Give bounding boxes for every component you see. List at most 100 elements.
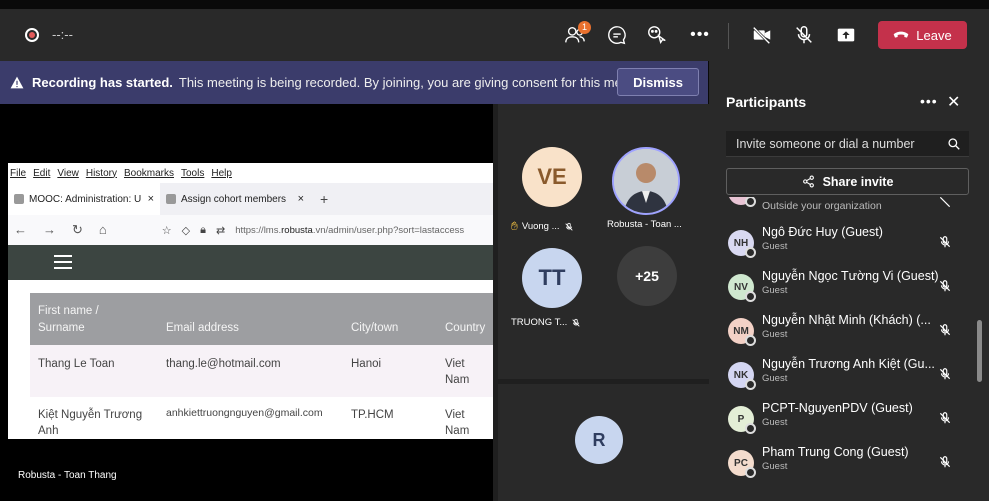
browser-urlbar: ← → ↻ ⌂ ☆ ◇ 🔒︎ ⇄ https://lms.robusta.vn/… [8,215,493,245]
avatar-ve[interactable]: VE [522,147,582,207]
outside-org-label: Outside your organization [762,200,882,212]
avatar: NK [728,362,756,390]
outside-org-header: Outside your organization [709,197,977,215]
header-country: Country [445,322,486,334]
menu-edit: Edit [33,167,51,179]
share-invite-button[interactable]: Share invite [726,168,969,195]
tile-name-robusta: Robusta - Toan ... [607,219,682,230]
list-item[interactable]: NK Nguyễn Trương Anh Kiệt (Gu... Guest [709,355,977,399]
header-first-name: First name / [38,305,99,317]
table-header: First name / Surname Email address City/… [30,293,493,345]
close-tab-icon: × [147,193,154,205]
chat-icon[interactable] [605,23,629,47]
status-icon [745,335,756,346]
avatar [728,197,756,207]
invite-input[interactable] [726,131,969,157]
list-item[interactable]: NM Nguyễn Nhật Minh (Khách) (... Guest [709,311,977,355]
toolbar-divider [728,23,729,49]
more-actions-icon[interactable]: ••• [688,23,712,47]
mic-off-icon [564,222,573,231]
list-item[interactable]: NH Ngô Đức Huy (Guest) Guest [709,223,977,267]
avatar-tt[interactable]: TT [522,248,582,308]
table-row: Kiệt Nguyễn Trương Anh anhkiettruongnguy… [30,397,493,439]
avatar-photo-robusta[interactable] [612,147,680,215]
recording-indicator-icon [25,28,39,42]
panel-more-icon[interactable]: ••• [920,93,938,109]
users-table: First name / Surname Email address City/… [30,293,493,439]
hamburger-menu-icon [54,255,72,269]
shared-screen-stage: File Edit View History Bookmarks Tools H… [0,104,493,501]
avatar: PC [728,450,756,478]
phone-hangup-icon [893,31,909,38]
tab-label: MOOC: Administration: Users: Ac [29,193,141,205]
panel-scrollbar[interactable] [977,320,982,382]
leave-label: Leave [916,27,952,43]
forward-arrow-icon: → [43,222,56,237]
favicon-icon [14,194,24,204]
browser-tab-assign: Assign cohort members × [160,183,310,215]
mic-off-icon [939,280,951,292]
leave-button[interactable]: Leave [878,21,967,49]
avatar: NV [728,274,756,302]
mic-off-icon [939,412,951,424]
permissions-icon: ⇄ [215,224,226,237]
presenter-name: Robusta - Toan Thang [18,470,117,481]
mic-off-icon [939,456,951,468]
list-item[interactable]: NV Nguyễn Ngọc Tường Vi (Guest) Guest [709,267,977,311]
avatar: NM [728,318,756,346]
mic-off-icon[interactable] [792,23,816,47]
participants-list: Outside your organization NH Ngô Đức Huy… [709,197,977,501]
status-icon [745,467,756,478]
meeting-toolbar: --:-- 1 ••• Leave [0,9,989,61]
status-icon [745,197,756,207]
list-item[interactable]: P PCPT-NguyenPDV (Guest) Guest [709,399,977,443]
avatar-r[interactable]: R [575,416,623,464]
favicon-icon [166,194,176,204]
list-item[interactable]: PC Pham Trung Cong (Guest) Guest [709,443,977,487]
status-icon [745,291,756,302]
video-gallery: VE ✋︎ Vuong ... Robusta - Toan ... TT TR… [493,104,709,501]
more-participants-button[interactable]: +25 [617,246,677,306]
menu-view: View [57,167,79,179]
search-icon [948,138,960,150]
home-icon: ⌂ [98,222,107,237]
lock-icon: 🔒︎ [200,223,206,236]
meeting-timer: --:-- [52,27,73,42]
person-photo-icon [614,149,678,213]
mic-off-icon [939,197,951,208]
mic-off-icon [939,236,951,248]
panel-title: Participants [726,94,807,110]
tile-name-truong: TRUONG T... [511,317,581,328]
mic-off-icon [939,324,951,336]
reload-icon: ↻ [72,222,83,237]
header-city: City/town [351,322,399,334]
banner-title: Recording has started. [32,75,173,90]
dismiss-button[interactable]: Dismiss [617,68,699,96]
close-tab-icon: × [297,193,304,205]
tile-name-vuong: ✋︎ Vuong ... [511,219,574,234]
recording-banner: Recording has started. This meeting is b… [0,61,708,104]
participants-badge: 1 [578,21,591,34]
tab-label: Assign cohort members [181,193,287,205]
browser-menubar: File Edit View History Bookmarks Tools H… [8,163,493,183]
browser-tabbar: MOOC: Administration: Users: Ac × Assign… [8,183,493,215]
gallery-grid [498,104,709,379]
share-icon [802,175,814,188]
reactions-icon[interactable] [645,23,669,47]
close-icon[interactable]: ✕ [947,92,960,112]
menu-help: Help [211,167,232,179]
menu-file: File [10,167,27,179]
status-icon [745,247,756,258]
status-icon [745,423,756,434]
back-arrow-icon: ← [14,222,27,237]
header-email: Email address [166,322,239,334]
warning-icon [10,76,24,89]
table-row: Thang Le Toan thang.le@hotmail.com Hanoi… [30,345,493,397]
avatar: NH [728,230,756,258]
header-surname: Surname [38,322,85,334]
camera-off-icon[interactable] [750,23,774,47]
raised-hand-icon: ✋︎ [511,219,518,233]
teams-meeting-window: --:-- 1 ••• Leave Recording has started. [0,0,989,501]
share-screen-icon[interactable] [834,23,858,47]
site-navbar [8,245,493,280]
